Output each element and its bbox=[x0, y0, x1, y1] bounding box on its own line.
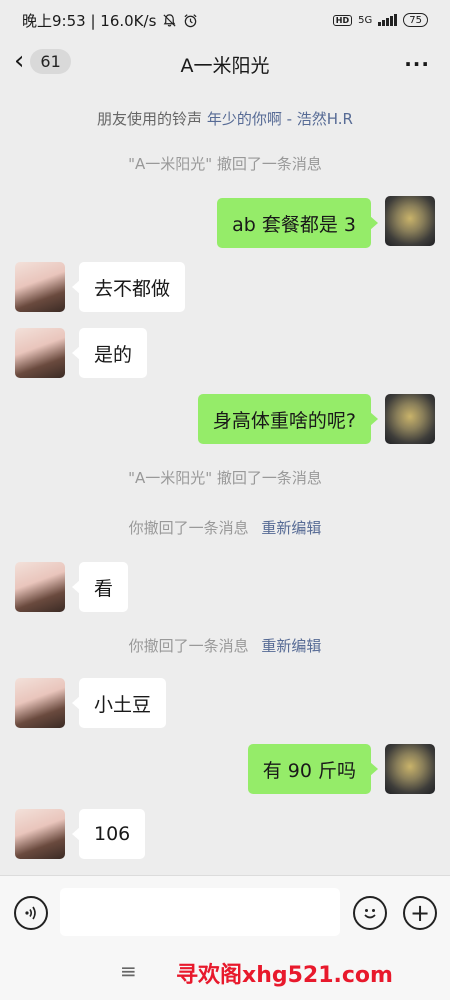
message-bubble-self[interactable]: 有 90 斤吗 bbox=[247, 744, 379, 794]
ringtone-prefix: 朋友使用的铃声 bbox=[97, 110, 203, 128]
message-bubble-self[interactable]: 身高体重啥的呢? bbox=[197, 394, 379, 444]
ringtone-song-link[interactable]: 年少的你啊 - 浩然H.R bbox=[207, 110, 353, 128]
emoji-icon[interactable] bbox=[353, 896, 387, 930]
status-time-speed: 晚上9:53 | 16.0K/s bbox=[22, 11, 157, 30]
voice-wave-icon bbox=[25, 906, 36, 920]
contact-avatar[interactable] bbox=[15, 809, 65, 859]
status-bar: 晚上9:53 | 16.0K/s HD 5G 75 bbox=[0, 0, 450, 40]
smiley-face-icon bbox=[364, 909, 376, 919]
recall-notice: "A一米阳光" 撤回了一条消息 bbox=[128, 155, 322, 173]
network-type: 5G bbox=[358, 14, 373, 26]
self-avatar[interactable] bbox=[385, 744, 435, 794]
chat-header: ‹ 61 A一米阳光 ··· bbox=[0, 40, 450, 88]
contact-avatar[interactable] bbox=[15, 262, 65, 312]
contact-avatar[interactable] bbox=[15, 562, 65, 612]
alarm-icon bbox=[184, 13, 197, 27]
self-recall-notice: 你撤回了一条消息 重新编辑 bbox=[0, 635, 450, 656]
message-bubble-self[interactable]: ab 套餐都是 3 bbox=[217, 198, 378, 248]
battery-icon: 75 bbox=[403, 13, 428, 27]
bottom-nav: ≡ 寻欢阁xhg521.com bbox=[0, 947, 450, 1000]
menu-icon[interactable]: ≡ bbox=[120, 959, 137, 983]
message-bubble-contact[interactable]: 去不都做 bbox=[71, 262, 186, 312]
recall-notice: "A一米阳光" 撤回了一条消息 bbox=[128, 469, 322, 487]
message-input[interactable] bbox=[60, 888, 340, 936]
chevron-left-icon: ‹ bbox=[14, 46, 25, 76]
back-button[interactable]: ‹ 61 bbox=[14, 48, 71, 74]
input-bar: + bbox=[0, 875, 450, 947]
status-right: HD 5G 75 bbox=[332, 13, 428, 27]
bell-off-icon bbox=[163, 13, 176, 27]
plus-icon[interactable]: + bbox=[403, 896, 437, 930]
contact-avatar[interactable] bbox=[15, 328, 65, 378]
reedit-link[interactable]: 重新编辑 bbox=[261, 637, 321, 655]
chat-title: A一米阳光 bbox=[180, 54, 270, 77]
self-avatar[interactable] bbox=[385, 394, 435, 444]
ringtone-notice: 朋友使用的铃声 年少的你啊 - 浩然H.R bbox=[0, 108, 450, 129]
signal-icon bbox=[378, 14, 398, 26]
message-bubble-contact[interactable]: 小土豆 bbox=[71, 678, 167, 728]
message-bubble-contact[interactable]: 是的 bbox=[71, 328, 148, 378]
self-recall-text: 你撤回了一条消息 bbox=[128, 637, 249, 655]
reedit-link[interactable]: 重新编辑 bbox=[261, 519, 321, 537]
message-bubble-contact[interactable]: 106 bbox=[71, 809, 146, 859]
unread-count-badge: 61 bbox=[30, 48, 71, 74]
hd-badge: HD bbox=[332, 14, 353, 26]
voice-icon[interactable] bbox=[14, 896, 48, 930]
status-left: 晚上9:53 | 16.0K/s bbox=[22, 10, 198, 31]
self-recall-notice: 你撤回了一条消息 重新编辑 bbox=[0, 517, 450, 538]
battery-level: 75 bbox=[409, 14, 422, 26]
watermark: 寻欢阁xhg521.com bbox=[176, 963, 393, 988]
message-bubble-contact[interactable]: 看 bbox=[71, 562, 129, 612]
self-recall-text: 你撤回了一条消息 bbox=[128, 519, 249, 537]
self-avatar[interactable] bbox=[385, 196, 435, 246]
more-options-button[interactable]: ··· bbox=[404, 52, 430, 76]
contact-avatar[interactable] bbox=[15, 678, 65, 728]
